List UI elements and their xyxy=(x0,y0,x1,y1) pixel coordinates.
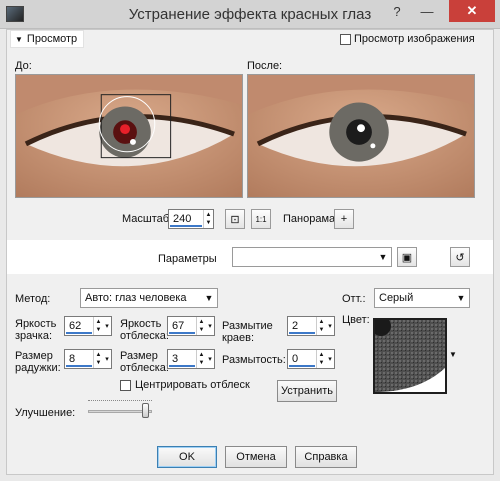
before-label: До: xyxy=(15,60,32,72)
glint-size-value[interactable]: 3 xyxy=(169,351,195,367)
iris-size-label: Размер радужки: xyxy=(15,350,61,374)
preview-image-checkbox[interactable] xyxy=(340,33,351,45)
presets-combo[interactable]: ▼ xyxy=(232,247,392,267)
help-title-button[interactable]: ? xyxy=(382,0,412,22)
feather-label: Размытость: xyxy=(222,354,286,366)
after-label: После: xyxy=(247,60,283,72)
spin-arrows-icon[interactable]: ▲ ▼ xyxy=(316,317,326,335)
edge-blur-label: Размытие краев: xyxy=(222,320,273,344)
spin-arrows-icon[interactable]: ▲ ▼ xyxy=(316,350,326,368)
glint-size-label: Размер отблеска: xyxy=(120,350,169,374)
zoom-label: Масштаб: xyxy=(122,213,173,225)
color-label: Цвет: xyxy=(342,314,370,326)
iris-size-value[interactable]: 8 xyxy=(66,351,92,367)
before-preview-image[interactable] xyxy=(15,74,243,198)
presets-label: Параметры xyxy=(158,253,217,265)
spin-arrows-icon[interactable]: ▲ ▼ xyxy=(196,350,206,368)
pupil-brightness-stepper[interactable]: 62 ▲ ▼ ▾ xyxy=(64,316,112,336)
zoom-fit-button[interactable]: ⊡ xyxy=(225,209,245,229)
save-icon: ▣ xyxy=(401,251,413,264)
center-glint-option[interactable]: Центрировать отблеск xyxy=(120,379,250,391)
color-dropdown-arrow[interactable]: ▼ xyxy=(449,350,457,359)
zoom-value[interactable]: 240 xyxy=(170,211,202,227)
method-label: Метод: xyxy=(15,293,51,305)
preview-image-option[interactable]: Просмотр изображения xyxy=(340,33,475,45)
iris-size-stepper[interactable]: 8 ▲ ▼ ▾ xyxy=(64,349,112,369)
chevron-down-icon[interactable]: ▾ xyxy=(206,317,214,335)
apply-button[interactable]: Устранить xyxy=(277,380,337,402)
after-preview-image[interactable] xyxy=(247,74,475,198)
fit-window-icon: ⊡ xyxy=(230,213,240,226)
zoom-stepper[interactable]: 240 ▲ ▼ xyxy=(168,209,214,229)
glint-brightness-stepper[interactable]: 67 ▲ ▼ ▾ xyxy=(167,316,215,336)
pupil-brightness-value[interactable]: 62 xyxy=(66,318,92,334)
tone-value: Серый xyxy=(379,292,414,304)
edge-blur-stepper[interactable]: 2 ▲ ▼ ▾ xyxy=(287,316,335,336)
chevron-down-icon[interactable]: ▼ xyxy=(201,293,217,303)
cancel-button[interactable]: Отмена xyxy=(225,446,287,468)
preview-image-label: Просмотр изображения xyxy=(354,33,475,45)
chevron-down-icon[interactable]: ▾ xyxy=(326,317,334,335)
close-button[interactable]: ✕ xyxy=(449,0,495,22)
spin-arrows-icon[interactable]: ▲ ▼ xyxy=(203,210,213,228)
reset-icon: ↺ xyxy=(455,251,465,264)
enhance-label: Улучшение: xyxy=(15,407,76,419)
reset-defaults-button[interactable]: ↺ xyxy=(450,247,470,267)
method-combo[interactable]: Авто: глаз человека ▼ xyxy=(80,288,218,308)
feather-value[interactable]: 0 xyxy=(289,351,315,367)
tone-label: Отт.: xyxy=(342,293,366,305)
center-glint-checkbox[interactable] xyxy=(120,379,131,391)
actual-size-icon: 1:1 xyxy=(255,214,267,224)
pan-label: Панорама: xyxy=(283,213,339,225)
feather-stepper[interactable]: 0 ▲ ▼ ▾ xyxy=(287,349,335,369)
chevron-down-icon[interactable]: ▾ xyxy=(103,350,111,368)
save-preset-button[interactable]: ▣ xyxy=(397,247,417,267)
preview-toggle[interactable]: ▼ Просмотр xyxy=(10,30,85,48)
zoom-actual-size-button[interactable]: 1:1 xyxy=(251,209,271,229)
slider-thumb[interactable] xyxy=(142,403,149,418)
chevron-down-icon[interactable]: ▾ xyxy=(206,350,214,368)
glint-brightness-value[interactable]: 67 xyxy=(169,318,195,334)
spin-arrows-icon[interactable]: ▲ ▼ xyxy=(93,317,103,335)
tone-combo[interactable]: Серый ▼ xyxy=(374,288,470,308)
pan-button[interactable]: + xyxy=(334,209,354,229)
glint-size-stepper[interactable]: 3 ▲ ▼ ▾ xyxy=(167,349,215,369)
glint-brightness-label: Яркость отблеска: xyxy=(120,318,169,342)
chevron-down-icon[interactable]: ▼ xyxy=(375,252,391,262)
chevron-down-icon[interactable]: ▼ xyxy=(453,293,469,303)
spin-arrows-icon[interactable]: ▲ ▼ xyxy=(196,317,206,335)
chevron-down-icon: ▼ xyxy=(15,34,23,44)
pan-icon: + xyxy=(340,213,348,225)
color-swatch[interactable] xyxy=(373,318,447,394)
enhance-slider[interactable] xyxy=(88,399,154,421)
help-button[interactable]: Справка xyxy=(295,446,357,468)
title-bar[interactable]: Устранение эффекта красных глаз ? — ✕ xyxy=(0,0,500,29)
preview-toggle-label: Просмотр xyxy=(26,33,78,45)
chevron-down-icon[interactable]: ▾ xyxy=(103,317,111,335)
spin-arrows-icon[interactable]: ▲ ▼ xyxy=(93,350,103,368)
method-value: Авто: глаз человека xyxy=(85,292,187,304)
center-glint-label: Центрировать отблеск xyxy=(135,379,250,391)
chevron-down-icon[interactable]: ▾ xyxy=(326,350,334,368)
pupil-brightness-label: Яркость зрачка: xyxy=(15,318,57,342)
minimize-button[interactable]: — xyxy=(412,0,442,22)
ok-button[interactable]: OK xyxy=(157,446,217,468)
edge-blur-value[interactable]: 2 xyxy=(289,318,315,334)
